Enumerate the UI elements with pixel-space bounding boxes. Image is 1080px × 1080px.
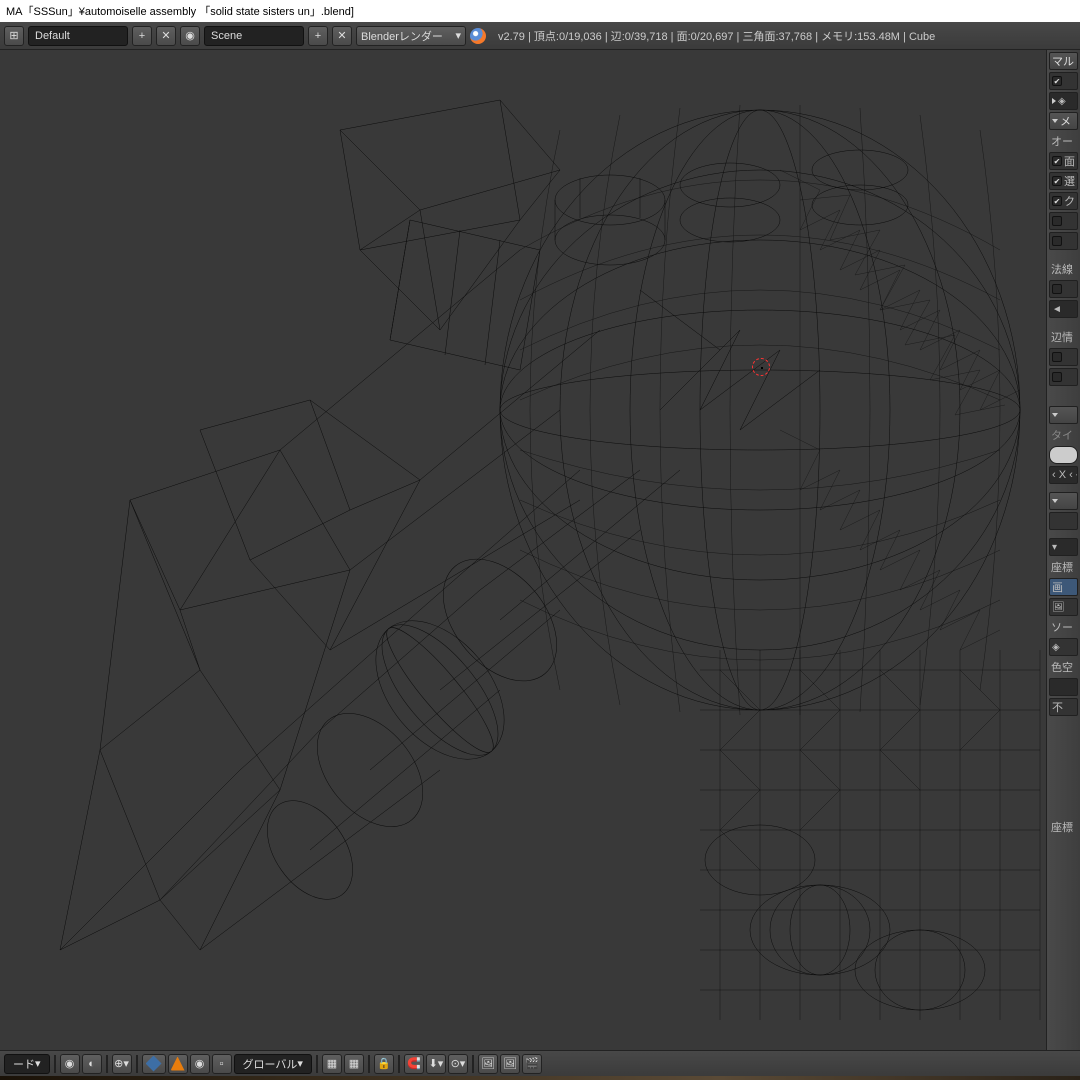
panel-button-blue[interactable]: 画 xyxy=(1049,578,1078,596)
manipulator-scale[interactable]: ▫ xyxy=(212,1054,232,1074)
panel-xyz[interactable]: ‹ X ‹ ‹ xyxy=(1049,466,1078,484)
lock-camera-button[interactable]: 🔒 xyxy=(374,1054,394,1074)
panel-checkbox-4[interactable]: ク xyxy=(1049,192,1078,210)
orientation-dropdown[interactable]: グローバル ▾ xyxy=(234,1054,312,1074)
panel-label-coords-2: 座標 xyxy=(1049,818,1078,836)
window-title: MA「SSSun」¥automoiselle assembly 「solid s… xyxy=(6,3,354,19)
viewport-shading-1[interactable]: ◉ xyxy=(60,1054,80,1074)
panel-label-normals: 法線 xyxy=(1049,260,1078,278)
3d-viewport[interactable] xyxy=(0,50,1046,1050)
screen-layout-field[interactable]: Default xyxy=(28,26,128,46)
add-scene-button[interactable]: + xyxy=(308,26,328,46)
panel-label-sort: ソー xyxy=(1049,618,1078,636)
scene-statistics: v2.79 | 頂点:0/19,036 | 辺:0/39,718 | 面:0/2… xyxy=(490,28,943,44)
scene-field[interactable]: Scene xyxy=(204,26,304,46)
panel-checkbox-1[interactable] xyxy=(1049,72,1078,90)
taskbar-strip xyxy=(0,1076,1080,1080)
panel-label-edge: 辺情 xyxy=(1049,328,1078,346)
blender-logo-icon xyxy=(470,28,486,44)
mode-dropdown[interactable]: ード ▾ xyxy=(4,1054,50,1074)
panel-search[interactable] xyxy=(1049,512,1078,530)
panel-checkbox-9[interactable] xyxy=(1049,368,1078,386)
delete-layout-button[interactable]: ✕ xyxy=(156,26,176,46)
panel-label-type: タイ xyxy=(1049,426,1078,444)
panel-checkbox-5[interactable] xyxy=(1049,212,1078,230)
viewport-shading-2[interactable]: ◐ xyxy=(82,1054,102,1074)
pivot-dropdown[interactable]: ⊕▾ xyxy=(112,1054,132,1074)
panel-label-colorspace: 色空 xyxy=(1049,658,1078,676)
opengl-render-button[interactable]: 🖼 xyxy=(500,1054,520,1074)
editor-type-icon[interactable]: ⊞ xyxy=(4,26,24,46)
add-layout-button[interactable]: + xyxy=(132,26,152,46)
manipulator-toggle[interactable] xyxy=(142,1054,166,1074)
panel-header-2[interactable]: メ xyxy=(1049,112,1078,130)
snap-toggle[interactable]: 🧲 xyxy=(404,1054,424,1074)
snap-target-dropdown[interactable]: ⊙▾ xyxy=(448,1054,468,1074)
properties-panel[interactable]: マル ◈ メ オー 面 選 ク 法線 ◄ 辺情 タイ ‹ X ‹ ‹ ▾ 座標 … xyxy=(1046,50,1080,1050)
layers-button-1[interactable]: ▦ xyxy=(322,1054,342,1074)
window-titlebar: MA「SSSun」¥automoiselle assembly 「solid s… xyxy=(0,0,1080,22)
panel-label-auto: オー xyxy=(1049,132,1078,150)
panel-checkbox-8[interactable] xyxy=(1049,348,1078,366)
panel-header-4[interactable] xyxy=(1049,492,1078,510)
opengl-anim-button[interactable]: 🎬 xyxy=(522,1054,542,1074)
scene-icon[interactable]: ◉ xyxy=(180,26,200,46)
wireframe-mesh xyxy=(0,50,1046,1050)
viewport-header: ード ▾ ◉ ◐ ⊕▾ ◉ ▫ グローバル ▾ ▦ ▦ 🔒 🧲 ⬇▾ ⊙▾ 🖼 … xyxy=(0,1050,1080,1076)
panel-checkbox-7[interactable] xyxy=(1049,280,1078,298)
panel-color-swatch[interactable] xyxy=(1049,678,1078,696)
manipulator-rotate[interactable]: ◉ xyxy=(190,1054,210,1074)
panel-checkbox-6[interactable] xyxy=(1049,232,1078,250)
panel-pill[interactable] xyxy=(1049,446,1078,464)
render-engine-dropdown[interactable]: Blenderレンダー▾ xyxy=(356,26,466,46)
snap-element-dropdown[interactable]: ⬇▾ xyxy=(426,1054,446,1074)
render-border-button[interactable]: 🖼 xyxy=(478,1054,498,1074)
layers-button-2[interactable]: ▦ xyxy=(344,1054,364,1074)
panel-dropdown-1[interactable]: ▾ xyxy=(1049,538,1078,556)
panel-header-1[interactable]: マル xyxy=(1049,52,1078,70)
delete-scene-button[interactable]: ✕ xyxy=(332,26,352,46)
panel-checkbox-2[interactable]: 面 xyxy=(1049,152,1078,170)
manipulator-translate[interactable] xyxy=(168,1054,188,1074)
panel-collapsed-1[interactable]: ◈ xyxy=(1049,92,1078,110)
panel-dropdown-2[interactable]: 不 xyxy=(1049,698,1078,716)
3d-cursor-icon xyxy=(752,358,770,376)
info-header: ⊞ Default + ✕ ◉ Scene + ✕ Blenderレンダー▾ v… xyxy=(0,22,1080,50)
panel-header-3[interactable] xyxy=(1049,406,1078,424)
panel-label-coords: 座標 xyxy=(1049,558,1078,576)
panel-checkbox-3[interactable]: 選 xyxy=(1049,172,1078,190)
panel-icon-row-2[interactable]: ◈ xyxy=(1049,638,1078,656)
panel-slider-1[interactable]: ◄ xyxy=(1049,300,1078,318)
panel-icon-row[interactable]: 🖼 xyxy=(1049,598,1078,616)
